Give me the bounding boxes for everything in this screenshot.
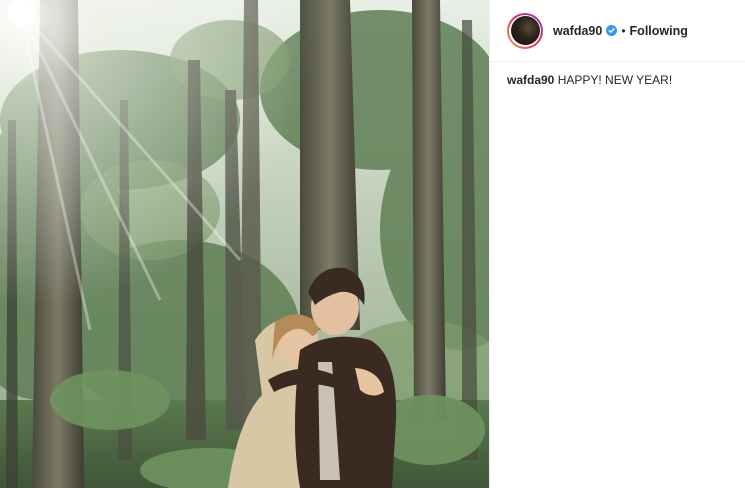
forest-couple-photo [0, 0, 489, 488]
avatar[interactable] [507, 12, 543, 49]
header-username[interactable]: wafda90 [553, 24, 602, 38]
post-header: wafda90 • Following [490, 0, 745, 62]
post-photo[interactable] [0, 0, 489, 488]
verified-badge-icon [606, 25, 618, 36]
caption-text: HAPPY! NEW YEAR! [557, 73, 673, 87]
post-caption: wafda90 HAPPY! NEW YEAR! [490, 62, 745, 87]
following-button[interactable]: Following [630, 24, 688, 38]
caption-username[interactable]: wafda90 [507, 73, 554, 87]
instagram-post: wafda90 • Following wafda90 HAPPY! NEW Y… [0, 0, 745, 488]
avatar-photo [510, 16, 540, 45]
separator-dot: • [621, 23, 626, 38]
post-sidebar: wafda90 • Following wafda90 HAPPY! NEW Y… [489, 0, 745, 488]
